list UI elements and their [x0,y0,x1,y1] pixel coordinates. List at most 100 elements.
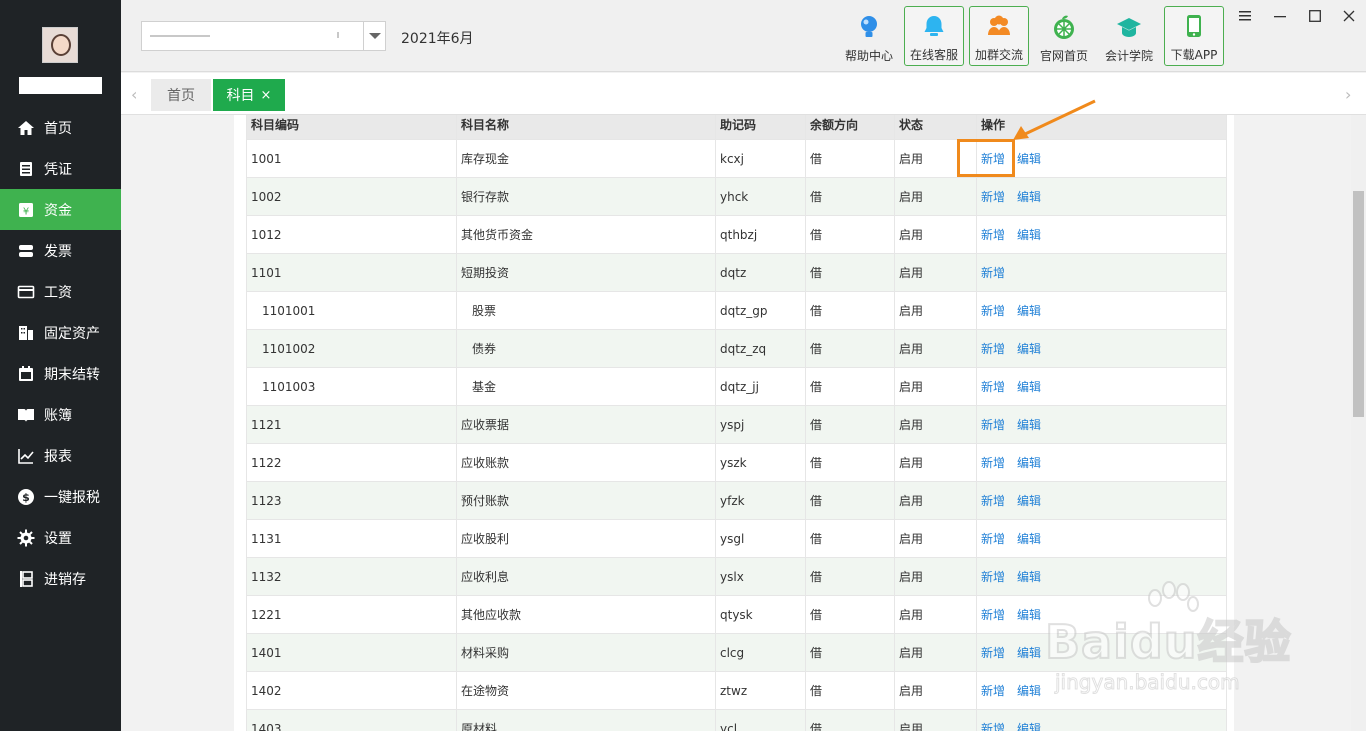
table-row: 1122 应收账款 yszk 借启用 新增 编辑 [246,443,1227,482]
edit-link[interactable]: 编辑 [1017,494,1041,508]
sidebar-item-10[interactable]: 设置 [0,517,121,558]
edit-link[interactable]: 编辑 [1017,418,1041,432]
scrollbar[interactable] [1351,115,1366,731]
edit-link[interactable]: 编辑 [1017,646,1041,660]
add-link[interactable]: 新增 [981,266,1005,280]
sidebar-item-4[interactable]: 工资 [0,271,121,312]
sidebar-item-label: 期末结转 [44,366,100,383]
add-link[interactable]: 新增 [981,722,1005,731]
cell-name: 材料采购 [456,633,716,672]
edit-link[interactable]: 编辑 [1017,190,1041,204]
cell-mnemonic: yspj [715,405,806,444]
chevron-down-icon[interactable] [363,22,385,50]
sidebar-item-0[interactable]: 首页 [0,107,121,148]
join-group-button[interactable]: 加群交流 [969,6,1029,66]
edit-link[interactable]: 编辑 [1017,684,1041,698]
tab-label: 科目 [226,88,255,104]
add-link[interactable]: 新增 [981,418,1005,432]
yen-icon: ¥ [17,201,35,219]
cell-mnemonic: dqtz_jj [715,367,806,406]
edit-link[interactable]: 编辑 [1017,532,1041,546]
cell-direction: 借 [805,177,895,216]
add-link[interactable]: 新增 [981,646,1005,660]
tab-scroll-left-icon[interactable]: ‹ [131,85,147,104]
edit-link[interactable]: 编辑 [1017,722,1041,731]
menu-icon[interactable] [1234,6,1256,26]
minimize-icon[interactable] [1269,6,1291,26]
tab-subjects[interactable]: 科目 × [213,79,285,111]
cell-code: 1121 [246,405,457,444]
book-icon [17,406,35,424]
add-link[interactable]: 新增 [981,608,1005,622]
add-link[interactable]: 新增 [981,228,1005,242]
sidebar-item-2[interactable]: ¥ 资金 [0,189,121,230]
cell-direction: 借 [805,329,895,368]
add-link[interactable]: 新增 [981,304,1005,318]
cell-code: 1101001 [246,291,457,330]
cell-direction: 借 [805,291,895,330]
cell-actions: 新增 编辑 [976,329,1227,368]
edit-link[interactable]: 编辑 [1017,456,1041,470]
sidebar-item-3[interactable]: 发票 [0,230,121,271]
sidebar-item-11[interactable]: 进销存 [0,558,121,599]
sidebar-item-7[interactable]: 账簿 [0,394,121,435]
company-select[interactable] [141,21,386,51]
tab-scroll-right-icon[interactable]: › [1345,85,1361,104]
edit-link[interactable]: 编辑 [1017,304,1041,318]
cell-direction: 借 [805,405,895,444]
maximize-icon[interactable] [1304,6,1326,26]
add-link[interactable]: 新增 [981,494,1005,508]
cell-status: 启用 [894,557,977,596]
watermark-text: Baidu经验 [1044,614,1292,670]
add-link[interactable]: 新增 [981,456,1005,470]
cell-direction: 借 [805,709,895,731]
cell-direction: 借 [805,557,895,596]
edit-link[interactable]: 编辑 [1017,228,1041,242]
download-app-button[interactable]: 下载APP [1164,6,1224,66]
sidebar-item-1[interactable]: 凭证 [0,148,121,189]
sidebar-item-label: 设置 [44,530,72,547]
edit-link[interactable]: 编辑 [1017,380,1041,394]
edit-link[interactable]: 编辑 [1017,608,1041,622]
cell-status: 启用 [894,329,977,368]
help-center-button[interactable]: 帮助中心 [839,6,899,66]
cell-name: 应收利息 [456,557,716,596]
add-link[interactable]: 新增 [981,342,1005,356]
gear-icon [17,529,35,547]
cell-name: 基金 [456,367,716,406]
avatar[interactable] [42,27,78,63]
cell-name: 应收股利 [456,519,716,558]
tool-label: 帮助中心 [844,49,893,63]
add-link[interactable]: 新增 [981,532,1005,546]
sidebar-item-5[interactable]: 固定资产 [0,312,121,353]
edit-link[interactable]: 编辑 [1017,570,1041,584]
close-icon[interactable]: × [261,88,272,103]
website-home-button[interactable]: 官网首页 [1034,6,1094,66]
cell-code: 1002 [246,177,457,216]
card-icon [17,283,35,301]
cell-mnemonic: dqtz_zq [715,329,806,368]
sidebar-item-6[interactable]: 期末结转 [0,353,121,394]
sidebar-item-9[interactable]: $ 一键报税 [0,476,121,517]
sidebar-item-8[interactable]: 报表 [0,435,121,476]
cell-direction: 借 [805,671,895,710]
edit-link[interactable]: 编辑 [1017,342,1041,356]
edit-link[interactable]: 编辑 [1017,152,1041,166]
add-link[interactable]: 新增 [981,380,1005,394]
cell-code: 1403 [246,709,457,731]
cell-direction: 借 [805,253,895,292]
tab-home[interactable]: 首页 [151,79,211,111]
tool-label: 下载APP [1170,48,1218,62]
scrollbar-thumb[interactable] [1353,191,1364,417]
cell-mnemonic: ysgl [715,519,806,558]
cell-name: 预付账款 [456,481,716,520]
add-link[interactable]: 新增 [981,684,1005,698]
inventory-icon [17,570,35,588]
table-row: 1101003 基金 dqtz_jj 借启用 新增 编辑 [246,367,1227,406]
online-support-button[interactable]: 在线客服 [904,6,964,66]
add-link[interactable]: 新增 [981,190,1005,204]
col-header-direction: 余额方向 [805,115,895,140]
close-icon[interactable] [1338,6,1360,26]
add-link[interactable]: 新增 [981,570,1005,584]
academy-button[interactable]: 会计学院 [1099,6,1159,66]
